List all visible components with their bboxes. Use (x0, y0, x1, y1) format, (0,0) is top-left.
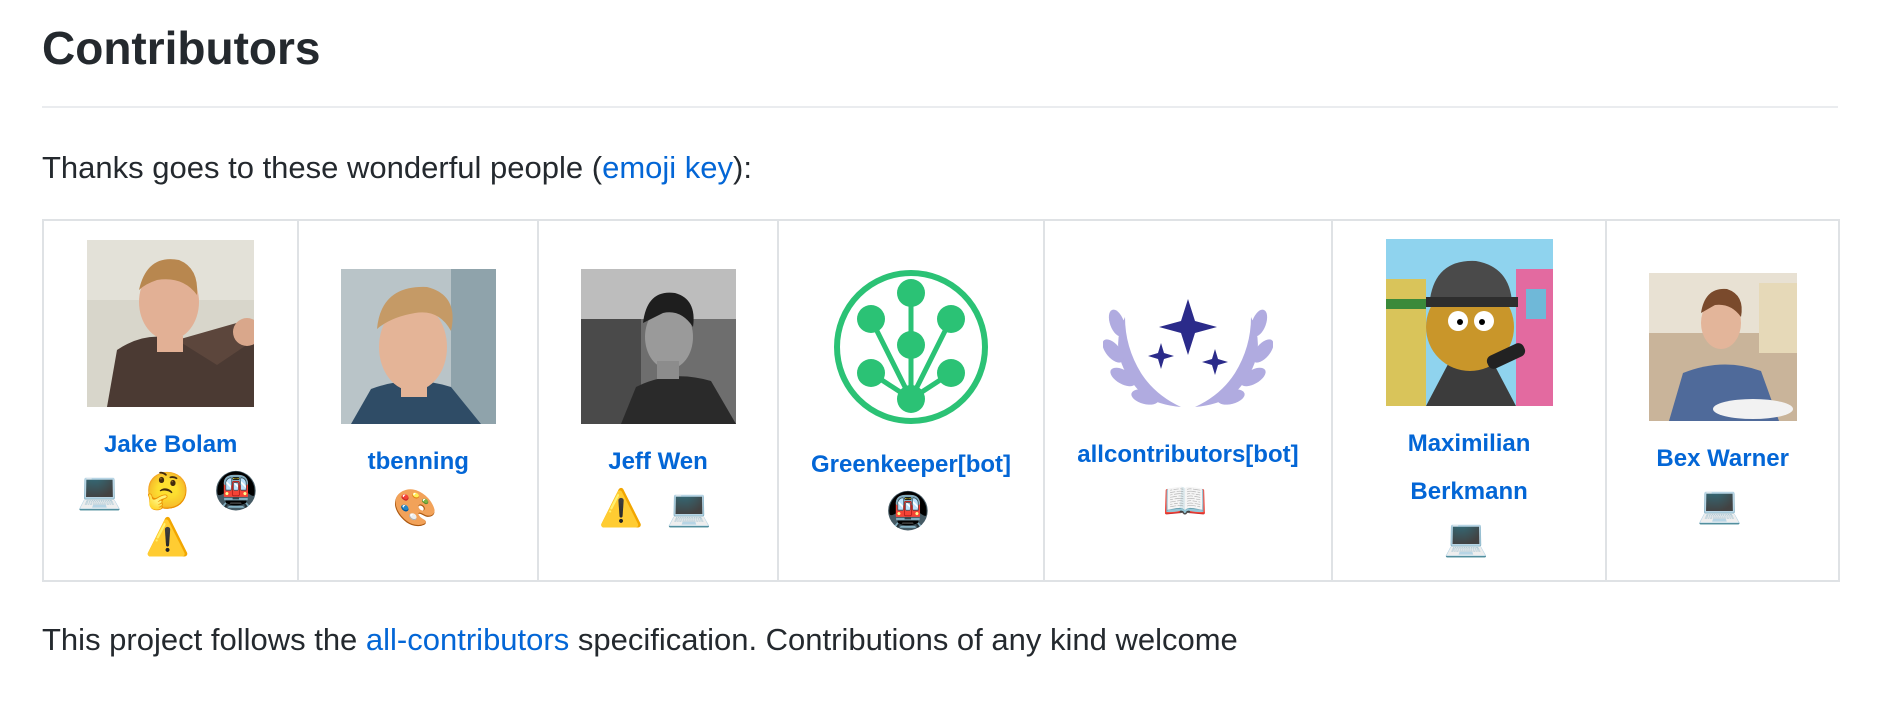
contribution-emojis[interactable]: 🎨 (393, 486, 444, 532)
intro-suffix: ): (733, 150, 752, 185)
jeff-wen-avatar[interactable] (580, 269, 736, 424)
contributor-name-link[interactable]: tbenning (368, 438, 469, 486)
readme-section: Contributors Thanks goes to these wonder… (0, 0, 1880, 660)
intro-text: Thanks goes to these wonderful people (e… (42, 148, 1838, 188)
contribution-emojis[interactable]: 🚇 (886, 489, 937, 535)
greenkeeper-logo-avatar[interactable] (831, 267, 991, 427)
outro-text: This project follows the all-contributor… (42, 620, 1838, 660)
contributor-cell-greenkeeper: Greenkeeper[bot] 🚇 (776, 219, 1046, 582)
contributor-name-link[interactable]: Greenkeeper[bot] (811, 441, 1011, 489)
tbenning-avatar[interactable] (340, 269, 496, 424)
contribution-emojis[interactable]: 📖 (1163, 479, 1214, 525)
intro-prefix: Thanks goes to these wonderful people ( (42, 150, 603, 185)
emoji-key-link[interactable]: emoji key (602, 150, 733, 185)
contribution-emojis[interactable]: 💻 (1697, 483, 1748, 529)
contributor-name-link[interactable]: Maximilian Berkmann (1369, 420, 1569, 516)
bex-warner-avatar[interactable] (1648, 272, 1797, 421)
heading-divider (42, 106, 1838, 108)
contribution-emojis[interactable]: ⚠️ 💻 (598, 486, 717, 532)
contributor-cell-allcontributors: allcontributors[bot] 📖 (1043, 219, 1333, 582)
maximilian-berkmann-avatar[interactable] (1385, 239, 1553, 406)
contributors-table: Jake Bolam 💻 🤔 🚇 ⚠️ tbenning 🎨 Jeff Wen … (41, 219, 1840, 582)
jake-bolam-avatar[interactable] (87, 240, 255, 407)
contribution-emojis[interactable]: 💻 (1444, 516, 1495, 562)
contributor-cell-maximilian-berkmann: Maximilian Berkmann 💻 (1330, 219, 1608, 582)
contributor-cell-tbenning: tbenning 🎨 (297, 219, 540, 582)
contribution-emojis[interactable]: 💻 🤔 🚇 ⚠️ (71, 469, 271, 561)
contributor-cell-jake-bolam: Jake Bolam 💻 🤔 🚇 ⚠️ (41, 219, 300, 582)
contributor-name-link[interactable]: allcontributors[bot] (1077, 431, 1298, 479)
outro-suffix: specification. Contributions of any kind… (569, 622, 1238, 657)
contributor-name-link[interactable]: Bex Warner (1656, 435, 1789, 483)
contributors-row: Jake Bolam 💻 🤔 🚇 ⚠️ tbenning 🎨 Jeff Wen … (41, 219, 1840, 582)
contributor-cell-jeff-wen: Jeff Wen ⚠️ 💻 (537, 219, 779, 582)
section-heading: Contributors (42, 22, 321, 74)
all-contributors-link[interactable]: all-contributors (366, 622, 569, 657)
contributor-cell-bex-warner: Bex Warner 💻 (1605, 219, 1840, 582)
outro-prefix: This project follows the (42, 622, 366, 657)
contributor-name-link[interactable]: Jeff Wen (608, 438, 708, 486)
allcontributors-logo-avatar[interactable] (1102, 277, 1273, 417)
contributor-name-link[interactable]: Jake Bolam (104, 421, 237, 469)
